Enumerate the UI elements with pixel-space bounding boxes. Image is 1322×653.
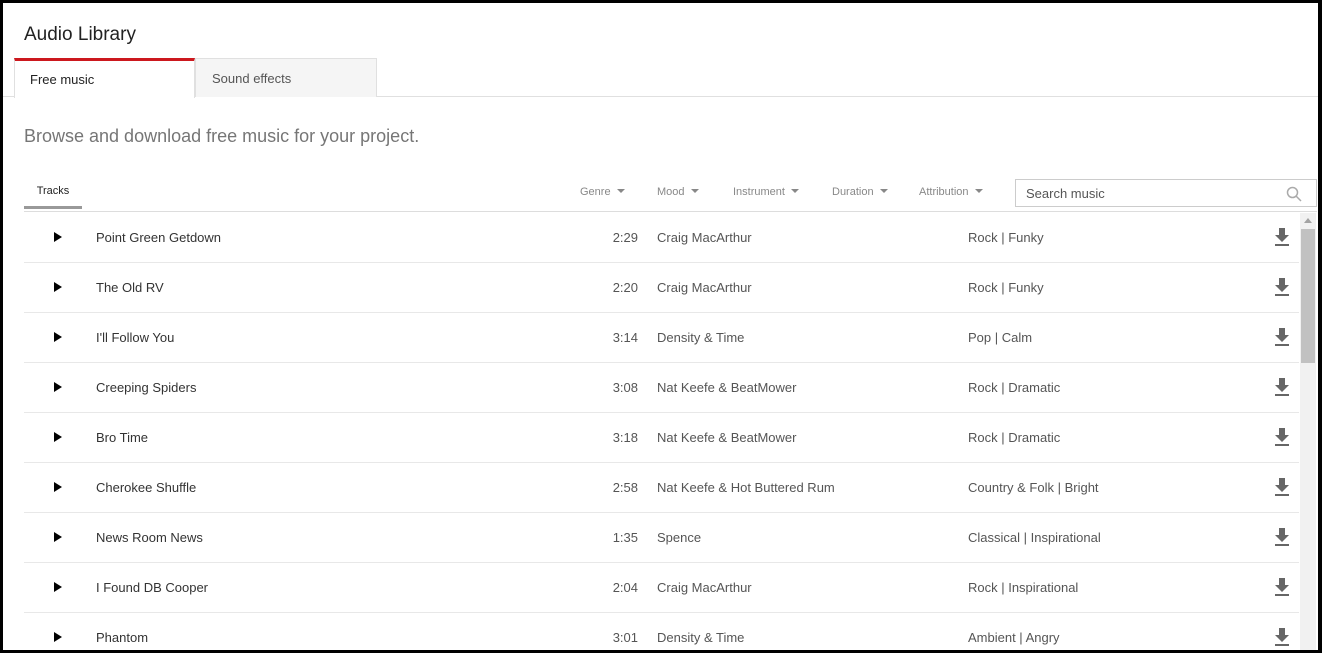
chevron-down-icon xyxy=(616,189,625,193)
play-icon[interactable] xyxy=(54,632,62,642)
play-icon[interactable] xyxy=(54,332,62,342)
download-icon[interactable] xyxy=(1273,377,1291,397)
chevron-down-icon xyxy=(879,189,888,193)
mood-filter[interactable]: Mood xyxy=(657,186,699,198)
track-row[interactable]: Cherokee Shuffle 2:58 Nat Keefe & Hot Bu… xyxy=(24,463,1299,513)
download-icon[interactable] xyxy=(1273,427,1291,447)
page-subtitle: Browse and download free music for your … xyxy=(24,126,420,146)
attribution-filter-label: Attribution xyxy=(919,186,969,198)
scrollbar-thumb[interactable] xyxy=(1301,229,1315,363)
track-name: The Old RV xyxy=(96,280,164,295)
track-duration: 1:35 xyxy=(612,530,638,545)
genre-filter[interactable]: Genre xyxy=(580,186,625,198)
track-artist: Nat Keefe & BeatMower xyxy=(657,380,797,395)
chevron-down-icon xyxy=(974,189,983,193)
track-genre-mood: Country & Folk | Bright xyxy=(968,480,1099,495)
track-duration: 2:04 xyxy=(612,580,638,595)
track-name: Cherokee Shuffle xyxy=(96,480,197,495)
track-artist: Nat Keefe & BeatMower xyxy=(657,430,797,445)
play-icon[interactable] xyxy=(54,282,62,292)
track-row[interactable]: Point Green Getdown 2:29 Craig MacArthur… xyxy=(24,213,1299,263)
duration-filter[interactable]: Duration xyxy=(832,186,888,198)
track-genre-mood: Rock | Funky xyxy=(968,230,1044,245)
track-row[interactable]: News Room News 1:35 Spence Classical | I… xyxy=(24,513,1299,563)
play-icon[interactable] xyxy=(54,582,62,592)
download-icon[interactable] xyxy=(1273,227,1291,247)
track-duration: 3:18 xyxy=(612,430,638,445)
mood-filter-label: Mood xyxy=(657,186,685,198)
track-genre-mood: Rock | Dramatic xyxy=(968,380,1061,395)
scroll-up-arrow-icon[interactable] xyxy=(1304,218,1312,223)
chevron-down-icon xyxy=(690,189,699,193)
track-duration: 3:14 xyxy=(612,330,638,345)
play-icon[interactable] xyxy=(54,432,62,442)
track-name: I Found DB Cooper xyxy=(96,580,209,595)
play-icon[interactable] xyxy=(54,382,62,392)
download-icon[interactable] xyxy=(1273,527,1291,547)
track-duration: 2:29 xyxy=(612,230,638,245)
instrument-filter[interactable]: Instrument xyxy=(733,186,799,198)
tab-tracks[interactable]: Tracks xyxy=(24,185,82,209)
track-row[interactable]: I Found DB Cooper 2:04 Craig MacArthur R… xyxy=(24,563,1299,613)
track-artist: Craig MacArthur xyxy=(657,280,752,295)
track-artist: Density & Time xyxy=(657,630,745,645)
track-genre-mood: Rock | Inspirational xyxy=(968,580,1079,595)
search-icon[interactable] xyxy=(1286,186,1302,202)
play-icon[interactable] xyxy=(54,232,62,242)
track-row[interactable]: Phantom 3:01 Density & Time Ambient | An… xyxy=(24,613,1299,650)
track-duration: 3:01 xyxy=(612,630,638,645)
track-name: Phantom xyxy=(96,630,149,645)
track-list: Point Green Getdown 2:29 Craig MacArthur… xyxy=(24,213,1299,650)
tab-free-music[interactable]: Free music xyxy=(14,58,195,98)
search-input[interactable]: Search music xyxy=(1015,179,1317,207)
track-row[interactable]: The Old RV 2:20 Craig MacArthur Rock | F… xyxy=(24,263,1299,313)
tab-bar: Free music Sound effects xyxy=(3,58,1318,98)
download-icon[interactable] xyxy=(1273,277,1291,297)
track-duration: 3:08 xyxy=(612,380,638,395)
track-genre-mood: Classical | Inspirational xyxy=(968,530,1101,545)
track-genre-mood: Rock | Dramatic xyxy=(968,430,1061,445)
track-genre-mood: Pop | Calm xyxy=(968,330,1033,345)
genre-filter-label: Genre xyxy=(580,186,611,198)
track-row[interactable]: Bro Time 3:18 Nat Keefe & BeatMower Rock… xyxy=(24,413,1299,463)
play-icon[interactable] xyxy=(54,482,62,492)
track-artist: Craig MacArthur xyxy=(657,580,752,595)
track-duration: 2:58 xyxy=(612,480,638,495)
search-placeholder: Search music xyxy=(1026,186,1105,201)
track-artist: Nat Keefe & Hot Buttered Rum xyxy=(657,480,835,495)
track-name: Bro Time xyxy=(96,430,149,445)
instrument-filter-label: Instrument xyxy=(733,186,785,198)
download-icon[interactable] xyxy=(1273,477,1291,497)
track-genre-mood: Rock | Funky xyxy=(968,280,1044,295)
attribution-filter[interactable]: Attribution xyxy=(919,186,983,198)
duration-filter-label: Duration xyxy=(832,186,874,198)
track-artist: Craig MacArthur xyxy=(657,230,752,245)
track-genre-mood: Ambient | Angry xyxy=(968,630,1060,645)
scrollbar[interactable] xyxy=(1300,213,1316,650)
play-icon[interactable] xyxy=(54,532,62,542)
track-name: Point Green Getdown xyxy=(96,230,222,245)
download-icon[interactable] xyxy=(1273,577,1291,597)
track-row[interactable]: I'll Follow You 3:14 Density & Time Pop … xyxy=(24,313,1299,363)
track-name: Creeping Spiders xyxy=(96,380,197,395)
track-duration: 2:20 xyxy=(612,280,638,295)
track-name: I'll Follow You xyxy=(96,330,175,345)
track-row[interactable]: Creeping Spiders 3:08 Nat Keefe & BeatMo… xyxy=(24,363,1299,413)
download-icon[interactable] xyxy=(1273,327,1291,347)
tab-sound-effects[interactable]: Sound effects xyxy=(195,58,377,97)
page-title: Audio Library xyxy=(24,24,136,45)
chevron-down-icon xyxy=(790,189,799,193)
track-artist: Spence xyxy=(657,530,702,545)
download-icon[interactable] xyxy=(1273,627,1291,647)
track-artist: Density & Time xyxy=(657,330,745,345)
audio-library-page: Audio Library Free music Sound effects B… xyxy=(0,0,1322,653)
divider xyxy=(24,211,1317,212)
track-name: News Room News xyxy=(96,530,203,545)
